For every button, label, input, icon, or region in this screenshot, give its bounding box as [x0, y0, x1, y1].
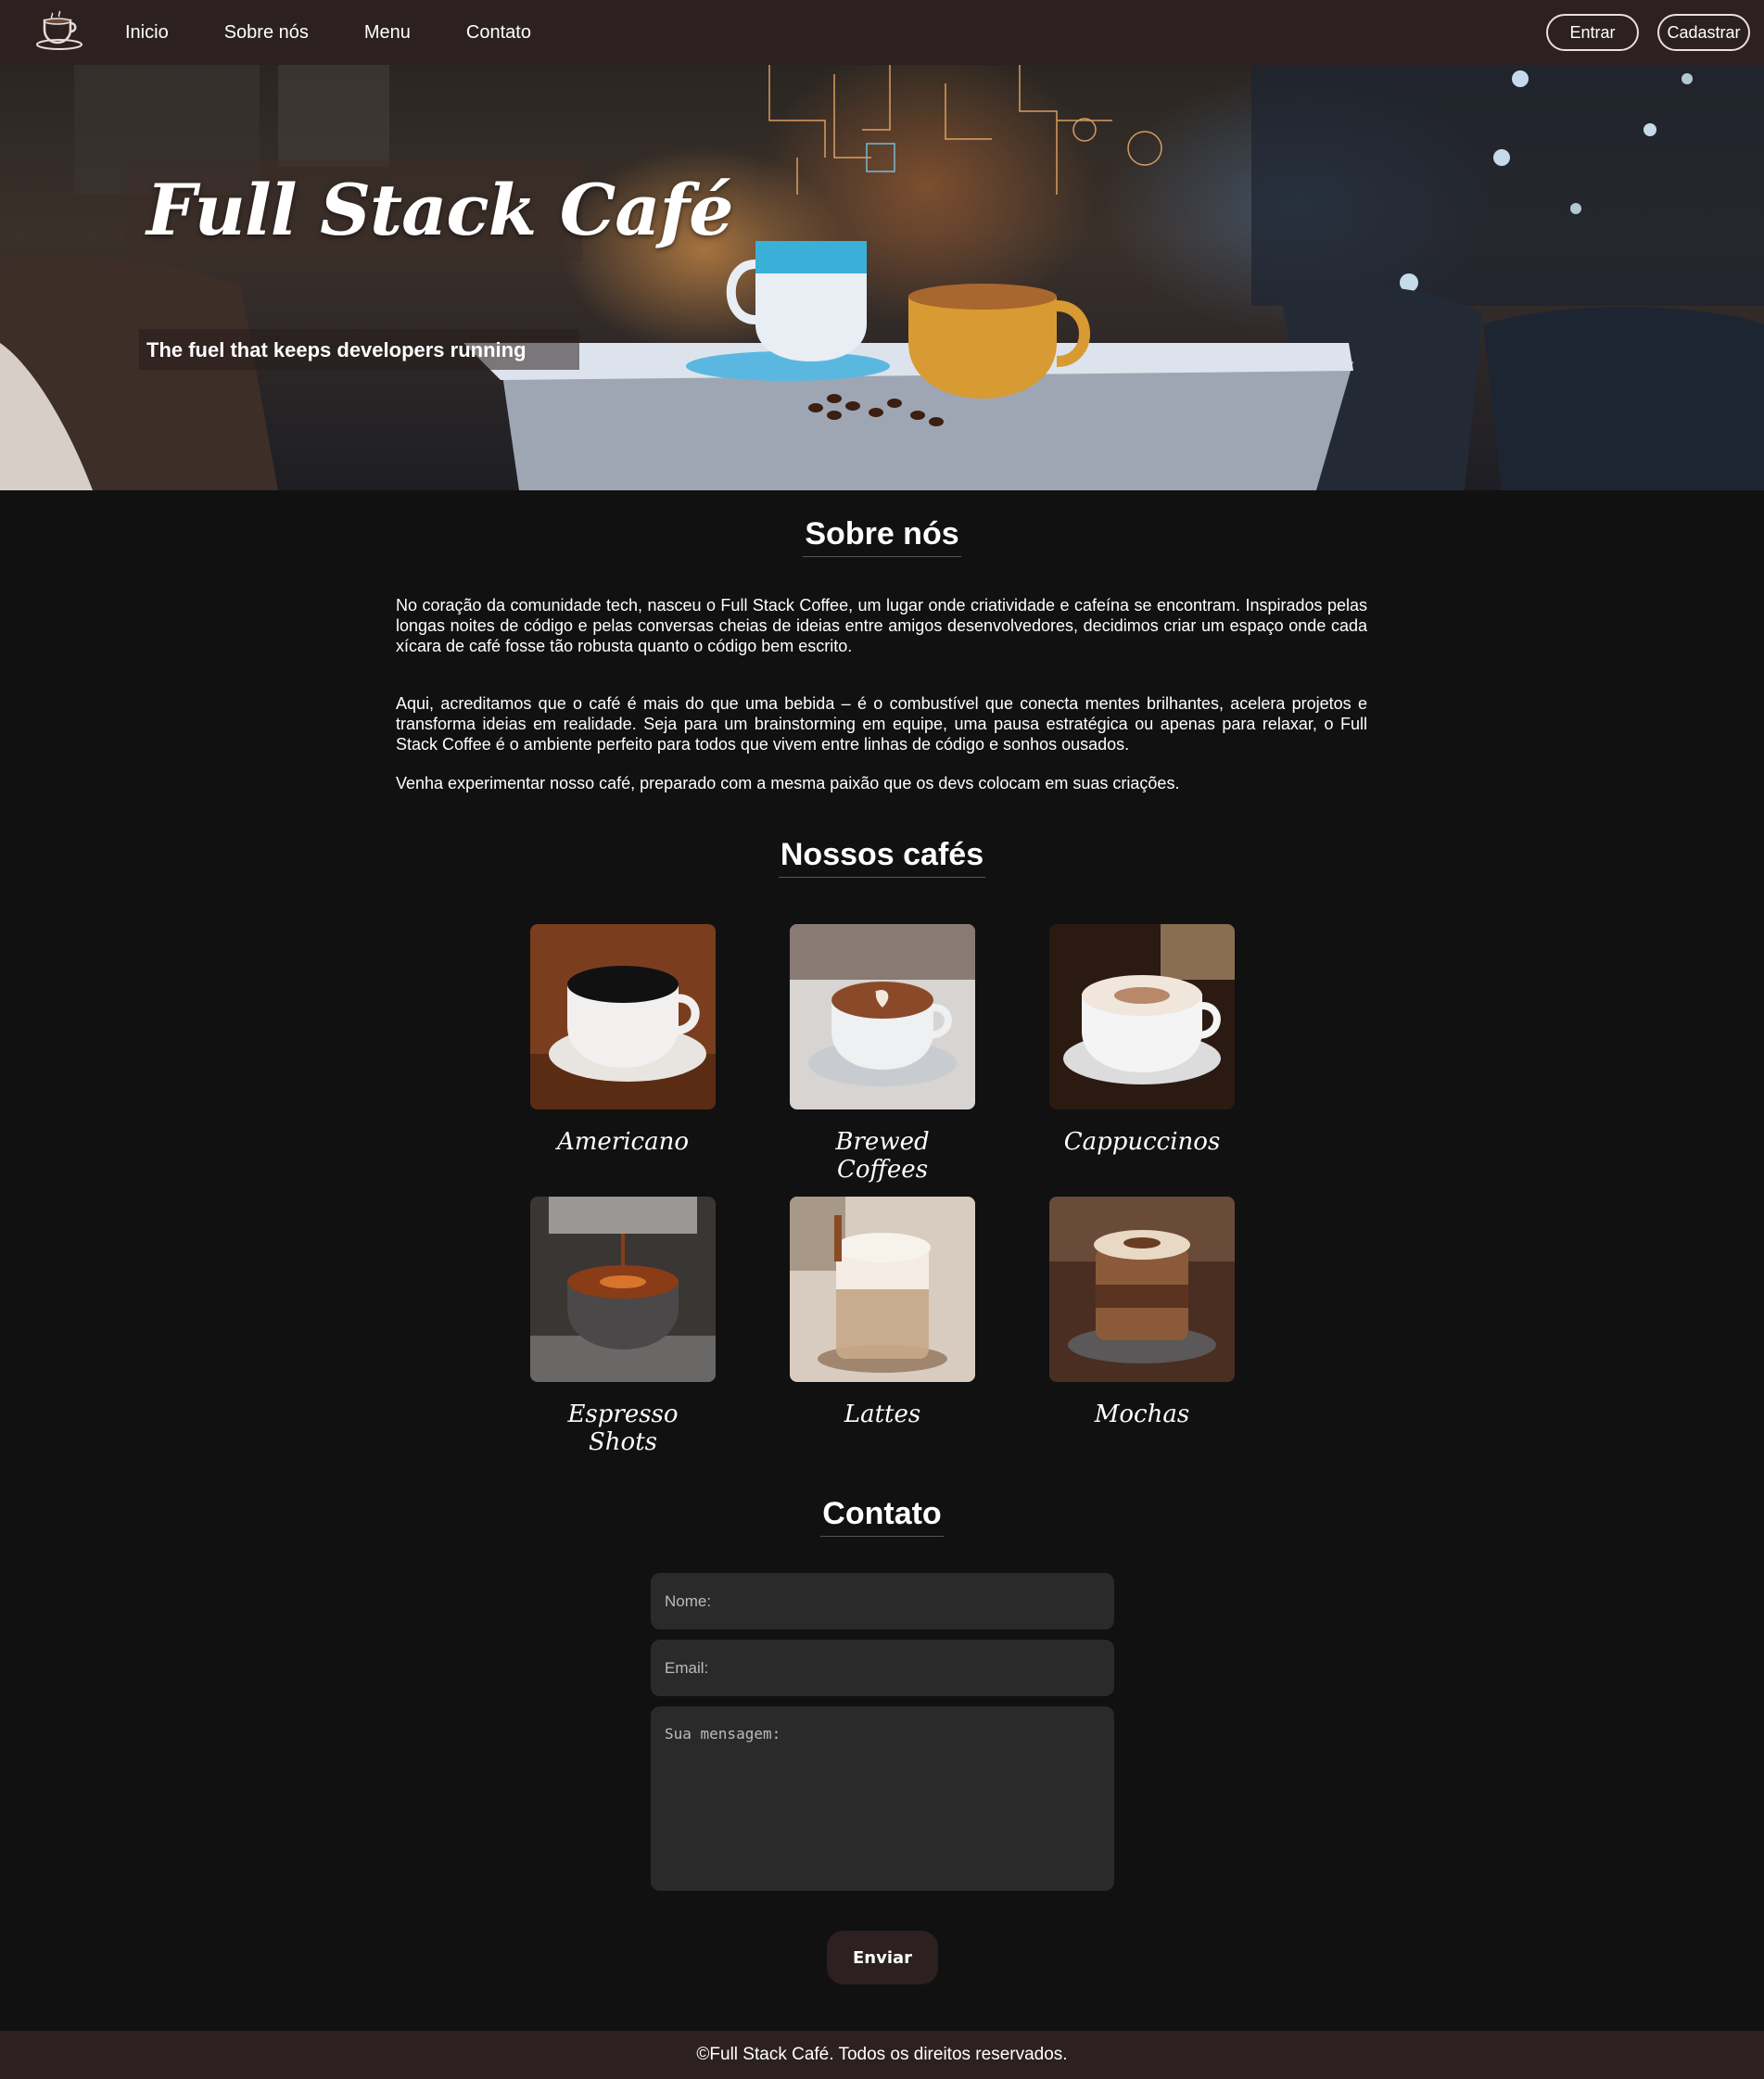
hero-title: Full Stack Café	[146, 169, 733, 251]
coffee-name-brewed-coffees: Brewed Coffees	[835, 1128, 930, 1184]
nav-link-contato[interactable]: Contato	[466, 22, 531, 44]
nav-link-inicio[interactable]: Inicio	[125, 22, 169, 44]
hero-cafe-image	[0, 65, 1764, 490]
coffee-cup-icon[interactable]	[32, 7, 87, 54]
espresso-shots-image	[530, 1197, 716, 1382]
contact-title: Contato	[0, 1496, 1764, 1537]
cappuccinos-image	[1049, 924, 1235, 1109]
message-textarea[interactable]: Sua mensagem:	[651, 1706, 1114, 1891]
nav-link-sobre-nos[interactable]: Sobre nós	[224, 22, 309, 44]
coffee-name-americano: Americano	[556, 1128, 690, 1156]
login-button[interactable]: Entrar	[1546, 14, 1639, 51]
coffee-card-brewed[interactable]: Brewed Coffees	[790, 924, 975, 1184]
about-title: Sobre nós	[0, 516, 1764, 557]
signup-button[interactable]: Cadastrar	[1657, 14, 1750, 51]
footer: ©Full Stack Café. Todos os direitos rese…	[0, 2031, 1764, 2079]
americano-image	[530, 924, 716, 1109]
hero-banner: Full Stack Café The fuel that keeps deve…	[0, 65, 1764, 490]
coffee-card-lattes[interactable]: Lattes	[790, 1197, 975, 1428]
footer-copyright: ©Full Stack Café. Todos os direitos rese…	[696, 2045, 1068, 2064]
coffee-name-cappuccinos: Cappuccinos	[1063, 1128, 1221, 1156]
nav-link-menu[interactable]: Menu	[364, 22, 411, 44]
coffee-name-mochas: Mochas	[1094, 1401, 1190, 1428]
coffee-card-mochas[interactable]: Mochas	[1049, 1197, 1235, 1428]
mochas-image	[1049, 1197, 1235, 1382]
navbar: Inicio Sobre nós Menu Contato Entrar Cad…	[0, 0, 1764, 65]
hero-subtitle: The fuel that keeps developers running	[146, 338, 527, 361]
coffee-name-espresso-shots: Espresso Shots	[567, 1401, 679, 1456]
coffee-card-americano[interactable]: Americano	[530, 924, 716, 1156]
name-input[interactable]: Nome:	[651, 1573, 1114, 1629]
send-button[interactable]: Enviar	[827, 1931, 938, 1984]
about-paragraph-1: No coração da comunidade tech, nasceu o …	[396, 596, 1367, 655]
coffee-card-espresso[interactable]: Espresso Shots	[530, 1197, 716, 1456]
nav-links: Inicio Sobre nós Menu Contato	[125, 0, 587, 65]
coffee-card-cappuccinos[interactable]: Cappuccinos	[1049, 924, 1235, 1156]
email-input[interactable]: Email:	[651, 1640, 1114, 1696]
brewed-coffees-image	[790, 924, 975, 1109]
coffee-name-lattes: Lattes	[844, 1401, 921, 1428]
about-paragraph-3: Venha experimentar nosso café, preparado…	[396, 774, 1180, 792]
coffees-title: Nossos cafés	[0, 837, 1764, 878]
lattes-image	[790, 1197, 975, 1382]
about-paragraph-2: Aqui, acreditamos que o café é mais do q…	[396, 694, 1367, 754]
